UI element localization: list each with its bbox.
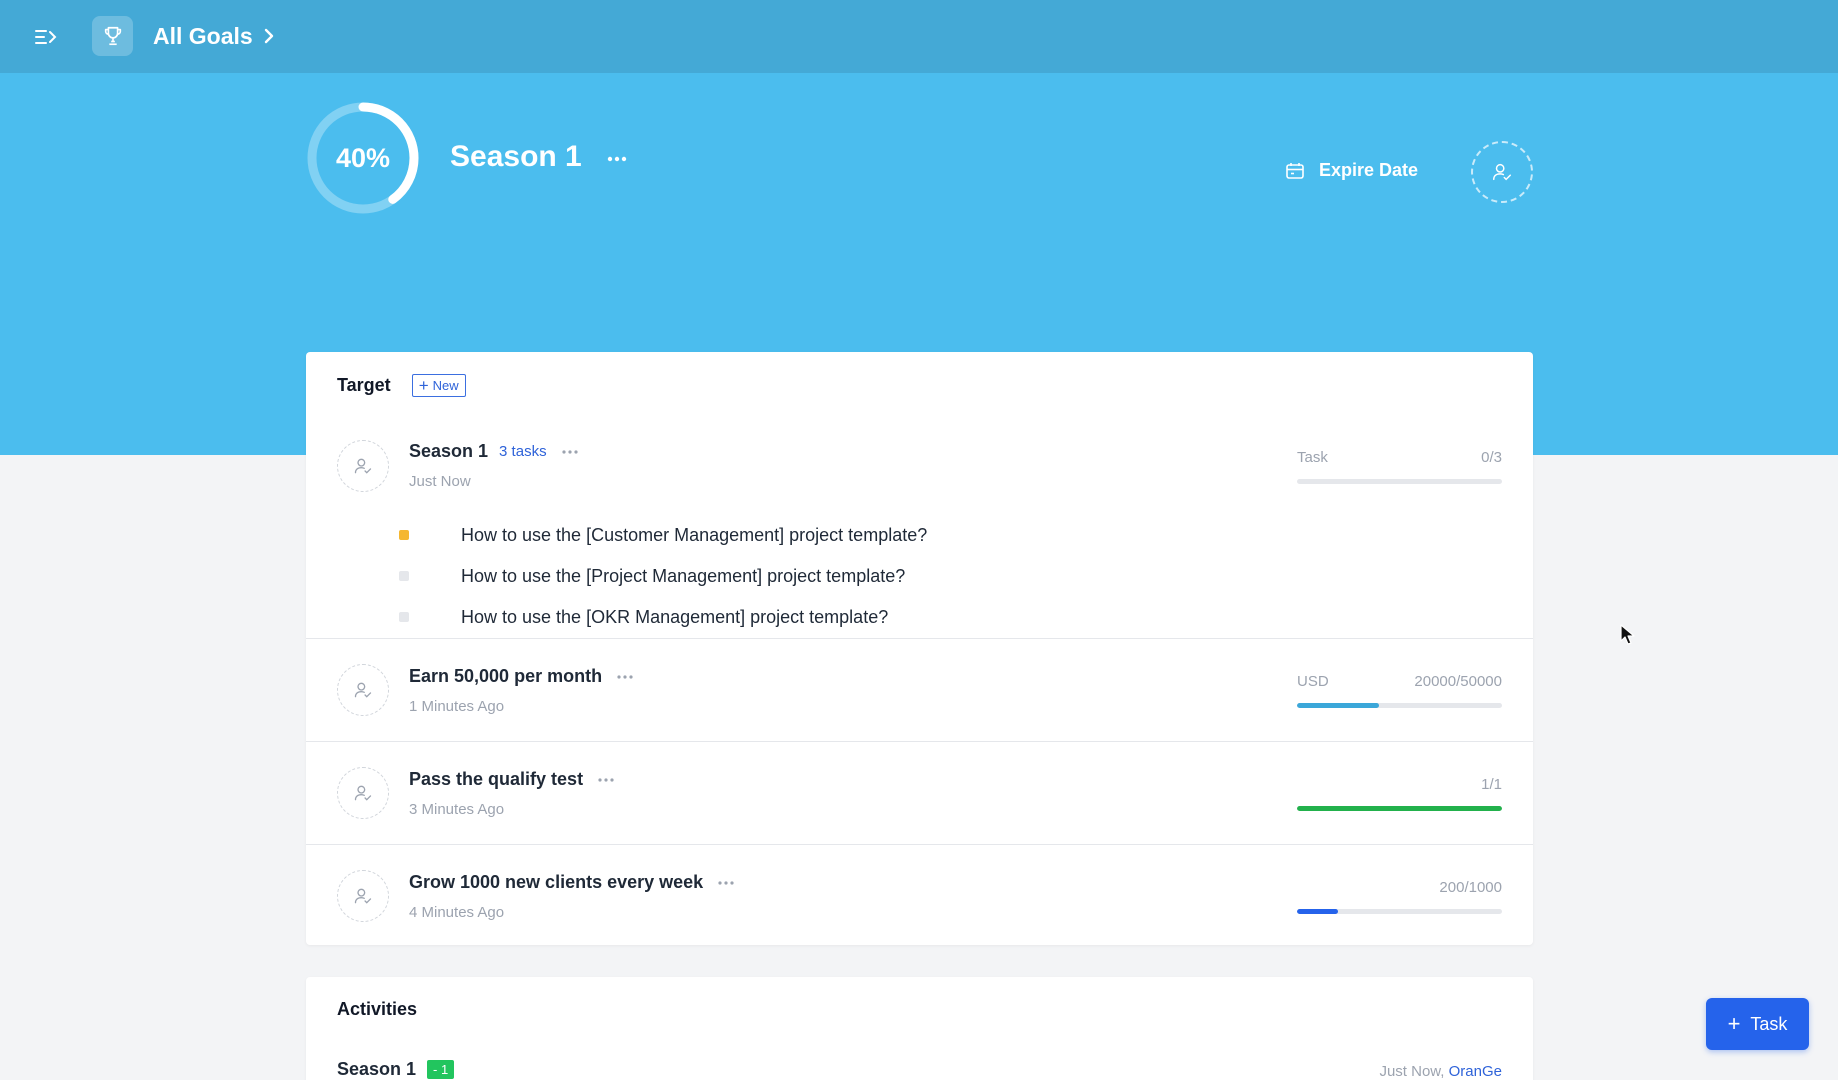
activity-meta: Just Now, OranGe <box>1379 1063 1502 1080</box>
add-task-label: Task <box>1750 1013 1788 1034</box>
mouse-cursor-icon <box>1620 624 1635 645</box>
plus-icon: + <box>1727 1011 1741 1036</box>
metric-label: USD <box>1297 673 1329 690</box>
progress-fill <box>1297 703 1379 708</box>
progress-bar <box>1297 909 1502 914</box>
progress-percent: 40% <box>335 142 391 173</box>
task-title: How to use the [Customer Management] pro… <box>461 524 928 545</box>
target-time: 1 Minutes Ago <box>409 698 505 715</box>
target-name-wrap: Earn 50,000 per month <box>409 666 636 687</box>
target-row[interactable]: Season 1 3 tasks Just Now Task 0/3 How t… <box>306 352 1533 640</box>
task-status-dot[interactable] <box>399 530 409 540</box>
expire-date-label: Expire Date <box>1319 160 1419 180</box>
activity-goal-name[interactable]: Season 1 <box>337 1059 416 1080</box>
more-icon[interactable] <box>715 873 737 893</box>
target-name[interactable]: Earn 50,000 per month <box>409 666 602 687</box>
more-icon[interactable] <box>604 146 630 172</box>
task-title: How to use the [Project Management] proj… <box>461 565 906 586</box>
target-time: 3 Minutes Ago <box>409 801 505 818</box>
assign-owner-avatar[interactable] <box>1471 141 1533 203</box>
target-row[interactable]: Pass the qualify test 3 Minutes Ago 1/1 <box>306 742 1533 845</box>
metric-label: Task <box>1297 449 1328 466</box>
expire-date-button[interactable]: Expire Date <box>1285 160 1418 181</box>
metric-value: 20000/50000 <box>1414 673 1502 690</box>
activities-title: Activities <box>337 999 418 1019</box>
task-status-dot[interactable] <box>399 571 409 581</box>
target-time: 4 Minutes Ago <box>409 904 505 921</box>
task-title: How to use the [OKR Management] project … <box>461 606 889 627</box>
task-item[interactable]: How to use the [OKR Management] project … <box>399 605 888 629</box>
top-bar: All Goals <box>0 0 1838 73</box>
sidebar-toggle-icon[interactable] <box>30 22 62 52</box>
user-check-icon <box>354 682 372 698</box>
target-row[interactable]: Grow 1000 new clients every week 4 Minut… <box>306 845 1533 945</box>
target-name[interactable]: Pass the qualify test <box>409 769 583 790</box>
target-name-wrap: Pass the qualify test <box>409 769 617 790</box>
progress-bar <box>1297 479 1502 484</box>
chevron-right-icon <box>263 27 275 45</box>
progress-bar <box>1297 703 1502 708</box>
user-check-icon <box>1493 163 1511 181</box>
user-check-icon <box>354 888 372 904</box>
assignee-avatar[interactable] <box>337 440 389 492</box>
metric-value: 0/3 <box>1481 449 1502 466</box>
breadcrumb-all-goals[interactable]: All Goals <box>153 20 275 52</box>
progress-fill <box>1297 806 1502 811</box>
metric-value: 1/1 <box>1481 776 1502 793</box>
user-check-icon <box>354 785 372 801</box>
activities-card: Activities Season 1 - 1 Just Now, OranGe <box>306 977 1533 1080</box>
more-icon[interactable] <box>559 442 581 462</box>
goal-title[interactable]: Season 1 <box>450 140 582 174</box>
task-item[interactable]: How to use the [Customer Management] pro… <box>399 523 927 547</box>
more-icon[interactable] <box>595 770 617 790</box>
target-name-wrap: Grow 1000 new clients every week <box>409 872 737 893</box>
breadcrumb-label: All Goals <box>153 22 253 49</box>
activity-item: Season 1 - 1 <box>337 1059 455 1080</box>
assignee-avatar[interactable] <box>337 664 389 716</box>
activity-time: Just Now, <box>1379 1063 1445 1080</box>
task-status-dot[interactable] <box>399 612 409 622</box>
activity-change-badge: - 1 <box>427 1060 455 1079</box>
target-time: Just Now <box>409 473 471 490</box>
progress-fill <box>1297 909 1338 914</box>
task-item[interactable]: How to use the [Project Management] proj… <box>399 564 905 588</box>
activity-user-link[interactable]: OranGe <box>1449 1063 1502 1080</box>
assignee-avatar[interactable] <box>337 870 389 922</box>
target-row[interactable]: Earn 50,000 per month 1 Minutes Ago USD … <box>306 639 1533 742</box>
target-name[interactable]: Grow 1000 new clients every week <box>409 872 703 893</box>
metric-value: 200/1000 <box>1439 879 1502 896</box>
target-name-wrap: Season 1 3 tasks <box>409 441 581 462</box>
target-name[interactable]: Season 1 <box>409 441 488 462</box>
trophy-icon <box>92 16 133 56</box>
assignee-avatar[interactable] <box>337 767 389 819</box>
progress-bar <box>1297 806 1502 811</box>
target-card: Target + New Season 1 3 tasks Just Now T… <box>306 352 1533 945</box>
tasks-count-link[interactable]: 3 tasks <box>499 443 547 460</box>
user-check-icon <box>354 458 372 474</box>
more-icon[interactable] <box>614 667 636 687</box>
add-task-button[interactable]: + Task <box>1706 998 1809 1050</box>
calendar-icon <box>1286 162 1304 179</box>
